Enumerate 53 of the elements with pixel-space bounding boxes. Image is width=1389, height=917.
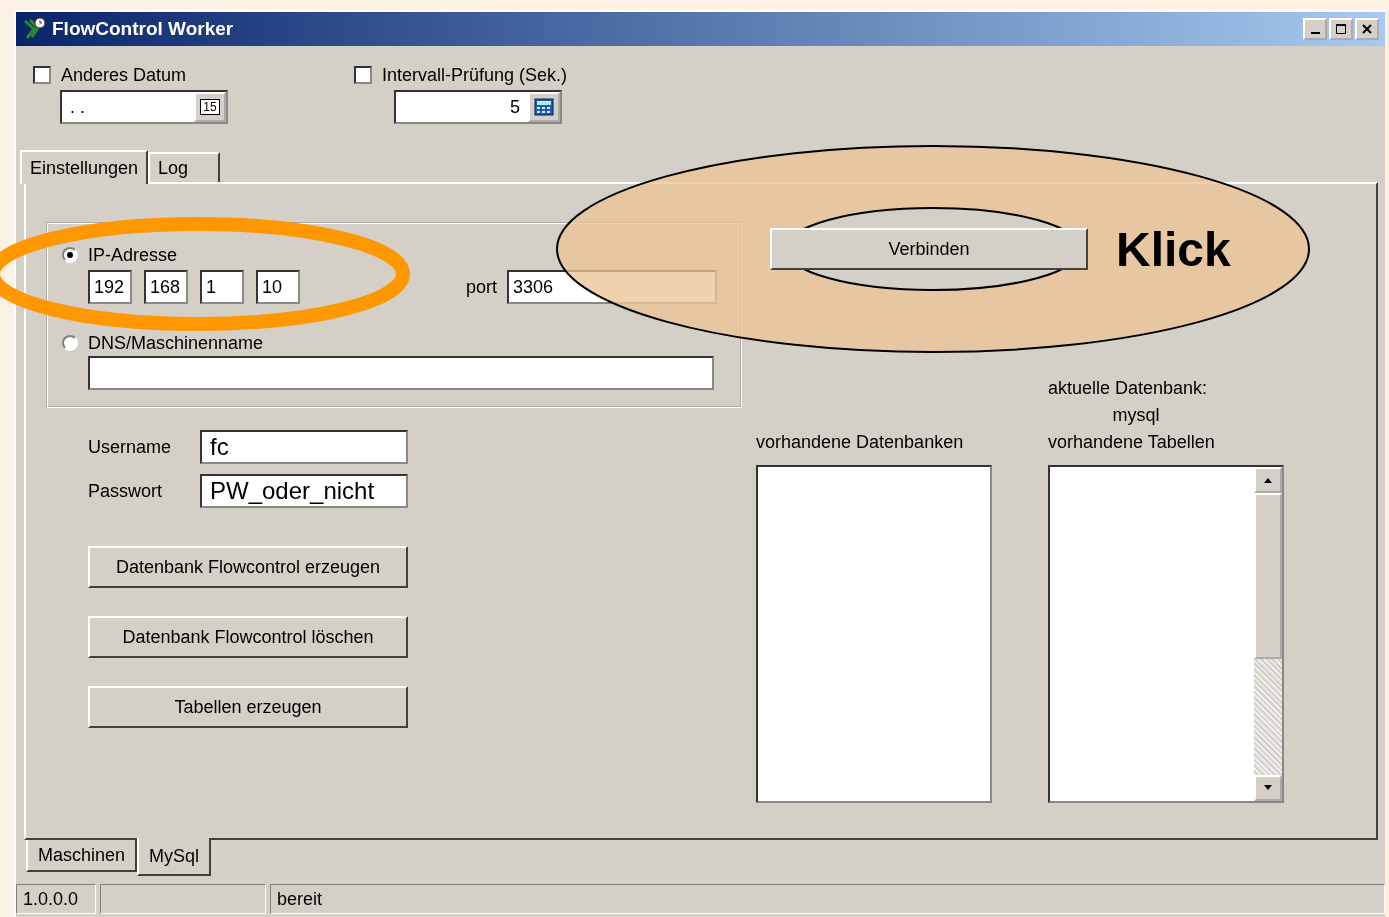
- calendar-button[interactable]: 15: [194, 92, 226, 122]
- database-list[interactable]: [756, 465, 992, 803]
- scrollbar[interactable]: [1254, 467, 1282, 801]
- input-field[interactable]: PW_oder_nicht: [200, 474, 408, 508]
- radio-button[interactable]: [62, 247, 78, 263]
- tab[interactable]: Einstellungen: [20, 150, 149, 184]
- list-label: vorhandene Datenbanken: [756, 432, 965, 453]
- input-field[interactable]: fc: [200, 430, 408, 464]
- down-arrow-icon: [1263, 785, 1273, 791]
- ip-octet-field[interactable]: 1: [200, 270, 244, 304]
- radio-button[interactable]: [62, 335, 78, 351]
- field-label: Passwort: [88, 480, 164, 502]
- maximize-icon: [1335, 23, 1347, 35]
- action-button[interactable]: Tabellen erzeugen: [88, 686, 408, 728]
- maximize-button[interactable]: [1329, 18, 1353, 40]
- action-button[interactable]: Datenbank Flowcontrol löschen: [88, 616, 408, 658]
- ip-octet-field[interactable]: 10: [256, 270, 300, 304]
- tab[interactable]: Log: [148, 152, 221, 182]
- up-arrow-icon: [1263, 477, 1273, 483]
- checkbox[interactable]: [33, 66, 51, 84]
- tab[interactable]: Maschinen: [26, 840, 138, 872]
- minimize-button[interactable]: [1303, 18, 1327, 40]
- list-label: vorhandene Tabellen: [1048, 432, 1216, 453]
- radio-label: IP-Adresse: [88, 244, 178, 266]
- current-database-label: aktuelle Datenbank:: [1048, 378, 1209, 399]
- date-field[interactable]: . . 15: [60, 90, 228, 124]
- checkbox-label: Intervall-Prüfung (Sek.): [382, 64, 568, 86]
- ip-octet-field[interactable]: 192: [88, 270, 132, 304]
- calculator-icon: [534, 98, 554, 116]
- number-field[interactable]: 5: [394, 90, 562, 124]
- port-label: port: [466, 276, 498, 298]
- connect-button[interactable]: Verbinden: [770, 228, 1088, 270]
- current-database-name: mysql: [1112, 405, 1161, 426]
- window-title: FlowControl Worker: [52, 18, 235, 40]
- app-icon: [22, 17, 46, 41]
- scroll-thumb[interactable]: [1254, 493, 1282, 659]
- scroll-down-button[interactable]: [1254, 775, 1282, 801]
- close-icon: [1361, 23, 1373, 35]
- status-message: bereit: [270, 884, 1385, 914]
- hostname-field[interactable]: [88, 356, 714, 390]
- status-version: 1.0.0.0: [16, 884, 96, 914]
- tab[interactable]: MySql: [137, 838, 212, 876]
- ip-octet-field[interactable]: 168: [144, 270, 188, 304]
- checkbox[interactable]: [354, 66, 372, 84]
- close-button[interactable]: [1355, 18, 1379, 40]
- action-button[interactable]: Datenbank Flowcontrol erzeugen: [88, 546, 408, 588]
- field-label: Username: [88, 436, 173, 458]
- radio-label: DNS/Maschinenname: [88, 332, 264, 354]
- annotation-text: Klick: [1116, 222, 1231, 277]
- calculator-button[interactable]: [528, 92, 560, 122]
- checkbox-label: Anderes Datum: [61, 64, 187, 86]
- scroll-up-button[interactable]: [1254, 467, 1282, 493]
- minimize-icon: [1310, 32, 1320, 34]
